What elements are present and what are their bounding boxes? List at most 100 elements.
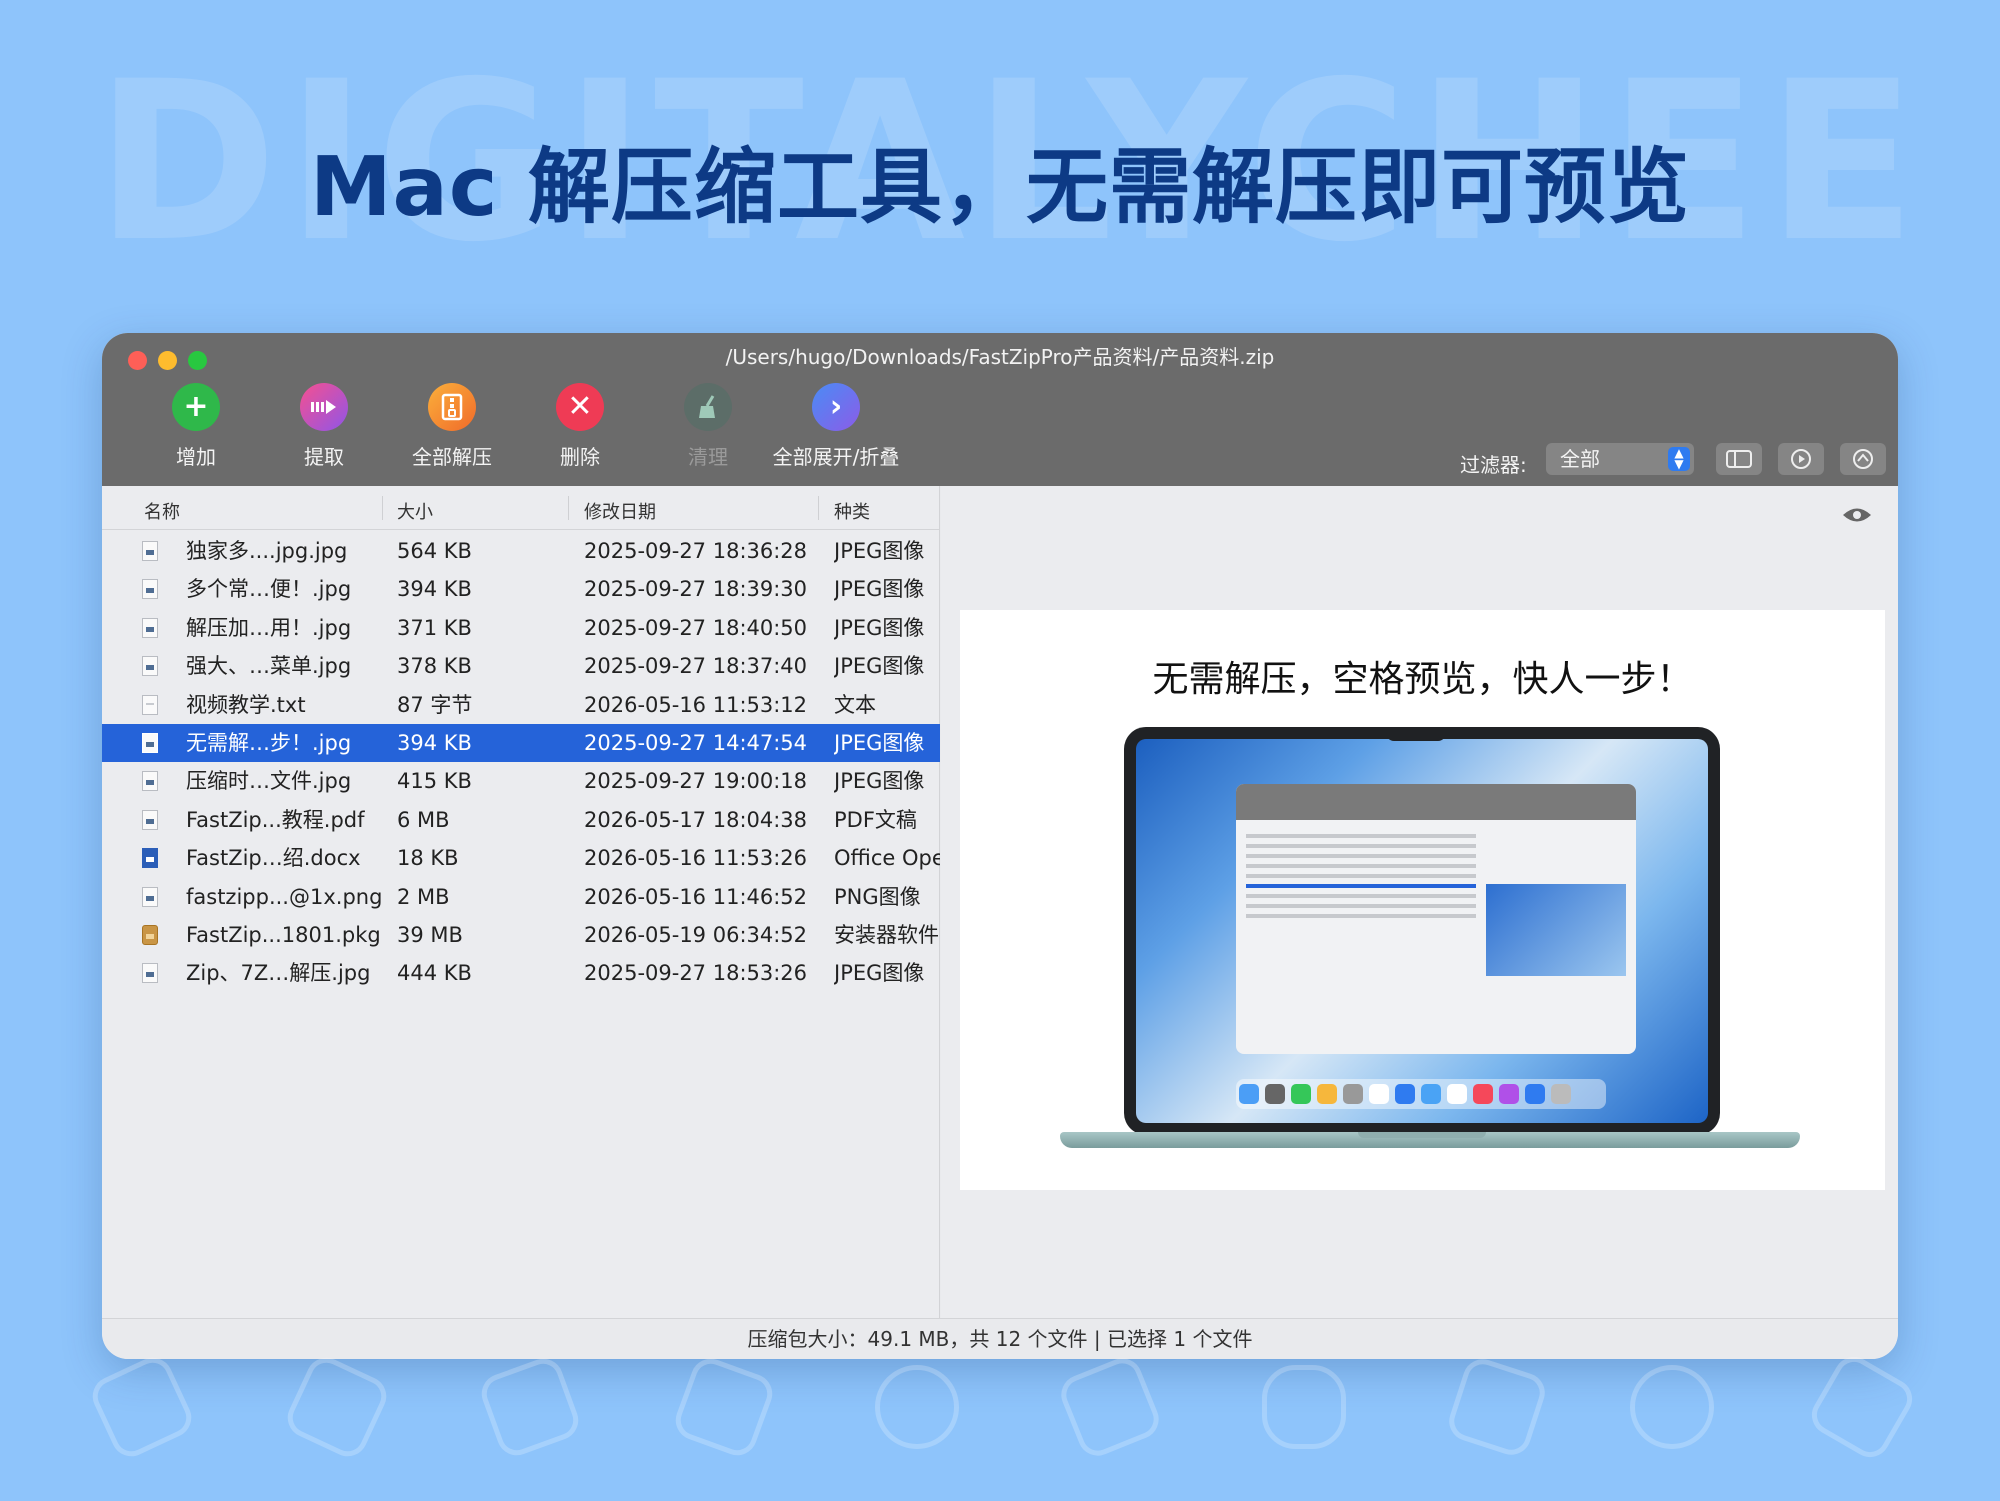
decorative-icon [875,1365,959,1449]
file-image-icon [142,570,162,611]
window-title: /Users/hugo/Downloads/FastZipPro产品资料/产品资… [725,345,1275,369]
decorative-icon [670,1353,778,1461]
column-name-header[interactable]: 名称 [144,498,180,524]
status-bar: 压缩包大小：49.1 MB，共 12 个文件 | 已选择 1 个文件 [102,1318,1898,1359]
file-row[interactable]: FastZip...1801.pkg 39 MB 2026-05-19 06:34:… [102,916,940,954]
file-pkg-icon [142,916,162,957]
extract-button[interactable]: 提取 [254,383,394,470]
file-size: 394 KB [397,731,472,755]
file-kind: JPEG图像 [834,577,925,602]
file-image-icon [142,609,162,650]
file-row[interactable]: Zip、7Z…解压.jpg 444 KB 2025-09-27 18:53:26 JP… [102,954,940,992]
decorative-icon [86,1351,198,1463]
expand-collapse-label: 全部展开/折叠 [772,445,900,469]
file-image-icon [142,532,162,573]
file-name: FastZip…绍.docx [186,846,361,871]
expand-collapse-button[interactable]: › 全部展开/折叠 [766,383,906,470]
file-name: Zip、7Z…解压.jpg [186,961,371,986]
file-row[interactable]: 独家多....jpg.jpg 564 KB 2025-09-27 18:36:28 J… [102,532,940,570]
file-name: fastzipp...@1x.png [186,884,383,909]
app-window: /Users/hugo/Downloads/FastZipPro产品资料/产品资… [102,333,1898,1359]
file-kind: JPEG图像 [834,961,925,986]
sidebar-toggle-button[interactable] [1716,443,1762,475]
file-doc-icon [142,839,162,880]
play-circle-icon [1791,449,1811,469]
column-size-header[interactable]: 大小 [397,498,433,524]
file-row[interactable]: FastZip…绍.docx 18 KB 2026-05-16 11:53:26 Of… [102,839,940,877]
file-image-icon [142,801,162,842]
file-size: 6 MB [397,807,450,832]
file-size: 87 字节 [397,692,473,717]
file-image-icon [142,762,162,803]
file-kind: PNG图像 [834,884,921,909]
file-kind: 安装器软件 [834,923,939,947]
filter-select[interactable]: 全部 ▲ ▼ [1546,443,1694,475]
file-kind: JPEG图像 [834,539,925,563]
play-button[interactable] [1778,443,1824,475]
file-name: 独家多....jpg.jpg [186,539,348,563]
file-image-icon [142,724,162,765]
file-date: 2025-09-27 14:47:54 [584,731,808,755]
chevron-right-icon: › [812,383,860,431]
file-list-pane: 名称 大小 修改日期 种类 独家多....jpg.jpg 564 KB 2025-0… [102,486,940,1318]
column-date-header[interactable]: 修改日期 [584,498,656,524]
file-date: 2026-05-17 18:04:38 [584,807,808,832]
file-date: 2026-05-16 11:46:52 [584,884,808,909]
extract-all-button[interactable]: 全部解压 [382,383,522,470]
file-kind: JPEG图像 [834,615,925,640]
file-row[interactable]: 视频教学.txt 87 字节 2026-05-16 11:53:12 文本 [102,686,940,724]
plus-icon: + [172,383,220,431]
chevron-updown-icon: ▲ ▼ [1668,447,1690,471]
preview-caption: 无需解压，空格预览，快人一步！ [1152,659,1693,700]
broom-icon [684,383,732,431]
file-row[interactable]: fastzipp...@1x.png 2 MB 2026-05-16 11:46:5… [102,878,940,916]
add-label: 增加 [176,445,216,469]
extract-label: 提取 [304,445,344,469]
filter-label: 过滤器: [1460,453,1527,477]
file-date: 2026-05-19 06:34:52 [584,923,808,947]
decorative-icon [281,1351,393,1463]
zip-file-icon [428,383,476,431]
decorative-icon [476,1353,584,1461]
file-size: 378 KB [397,654,472,679]
extract-all-label: 全部解压 [412,445,492,469]
delete-button[interactable]: ✕ 删除 [510,383,650,470]
file-name: 压缩时…文件.jpg [186,769,352,794]
file-image-icon [142,647,162,688]
file-row[interactable]: 无需解…步！.jpg 394 KB 2025-09-27 14:47:54 JPEG图… [102,724,940,762]
file-size: 415 KB [397,769,472,794]
decorative-icon [1630,1365,1714,1449]
window-titlebar: /Users/hugo/Downloads/FastZipPro产品资料/产品资… [102,333,1898,486]
decorative-icon [1262,1365,1346,1449]
file-list-header: 名称 大小 修改日期 种类 [102,486,939,530]
page-headline: Mac 解压缩工具，无需解压即可预览 [309,140,1691,235]
file-row[interactable]: FastZip...教程.pdf 6 MB 2026-05-17 18:04:38 P… [102,801,940,839]
file-row[interactable]: 强大、…菜单.jpg 378 KB 2025-09-27 18:37:40 JPEG图… [102,647,940,685]
laptop-illustration [1124,727,1720,1135]
file-name: 多个常…便！.jpg [186,577,352,602]
eye-icon[interactable] [1842,506,1872,524]
file-date: 2025-09-27 18:53:26 [584,961,808,986]
file-row[interactable]: 多个常…便！.jpg 394 KB 2025-09-27 18:39:30 JPEG图… [102,570,940,608]
delete-label: 删除 [560,445,600,469]
file-kind: JPEG图像 [834,654,925,679]
file-image-icon [142,954,162,995]
file-name: 视频教学.txt [186,692,306,717]
file-name: 解压加…用！.jpg [186,615,352,640]
file-kind: 文本 [834,692,876,717]
file-kind: JPEG图像 [834,769,925,794]
add-button[interactable]: + 增加 [126,383,266,470]
file-kind: JPEG图像 [834,731,925,755]
decorative-icon [1444,1354,1550,1460]
file-size: 564 KB [397,539,472,563]
file-date: 2026-05-16 11:53:12 [584,692,808,717]
image-preview: 无需解压，空格预览，快人一步！ [960,610,1885,1190]
decorative-icon [1804,1349,1920,1465]
upload-button[interactable] [1840,443,1886,475]
extract-icon [300,383,348,431]
file-row[interactable]: 解压加…用！.jpg 371 KB 2025-09-27 18:40:50 JPEG图… [102,609,940,647]
file-size: 39 MB [397,923,463,947]
file-name: 无需解…步！.jpg [186,731,352,755]
file-row[interactable]: 压缩时…文件.jpg 415 KB 2025-09-27 19:00:18 JPEG图… [102,762,940,800]
column-kind-header[interactable]: 种类 [834,498,870,524]
